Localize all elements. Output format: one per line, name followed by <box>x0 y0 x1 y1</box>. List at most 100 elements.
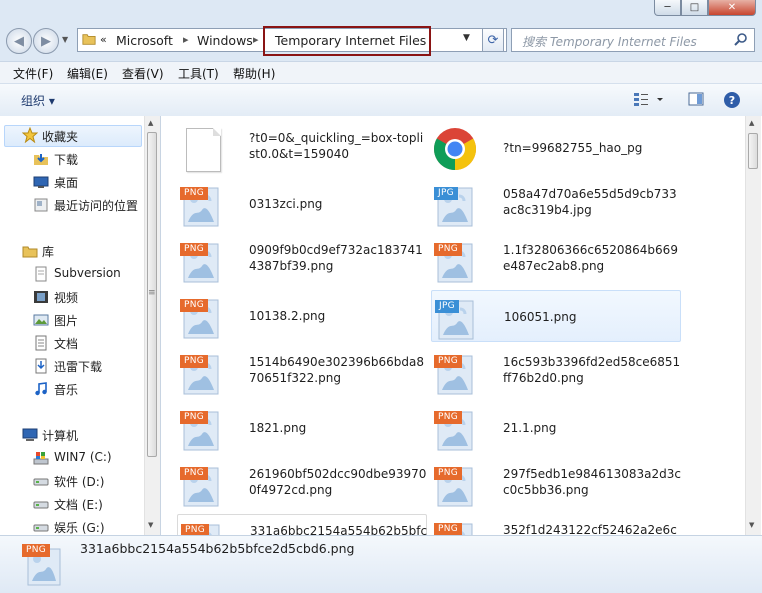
recent-pages-dropdown[interactable]: ▼ <box>62 35 68 44</box>
nav-documents[interactable]: 文档 <box>54 335 78 352</box>
menu-edit[interactable]: 编辑(E) <box>67 65 108 82</box>
drive-icon <box>33 501 49 509</box>
file-name: ?t0=0&_quickling_=box-toplist0.0&t=15904… <box>249 131 424 161</box>
nav-favorites[interactable]: 收藏夹 <box>42 128 78 145</box>
refresh-button[interactable]: ⟳ <box>482 28 504 52</box>
file-item[interactable]: PNG 10138.2.png <box>177 290 427 342</box>
file-item[interactable]: PNG 21.1.png <box>431 402 681 454</box>
nav-libraries[interactable]: 库 <box>42 243 54 260</box>
command-bar: 组织 ▾ ? <box>0 83 762 117</box>
music-icon <box>35 382 47 396</box>
file-name: 0313zci.png <box>249 197 323 211</box>
view-options-icon[interactable] <box>633 91 663 107</box>
search-box[interactable]: 搜索 Temporary Internet Files <box>511 28 755 52</box>
menu-tools[interactable]: 工具(T) <box>178 65 219 82</box>
file-type-badge: PNG <box>434 411 463 424</box>
chrome-icon <box>431 126 479 172</box>
content-scrollbar[interactable]: ▲ ▼ <box>745 116 761 535</box>
preview-pane-icon[interactable] <box>688 91 704 107</box>
file-name: 058a47d70a6e55d5d9cb733ac8c319b4.jpg <box>503 187 677 217</box>
image-file-icon: PNG <box>431 518 479 535</box>
recent-places-icon <box>34 198 48 212</box>
organize-button[interactable]: 组织 ▾ <box>21 92 55 109</box>
file-type-badge: PNG <box>180 467 209 480</box>
menu-help[interactable]: 帮助(H) <box>233 65 275 82</box>
scroll-up-arrow[interactable]: ▲ <box>749 119 754 127</box>
nav-pictures[interactable]: 图片 <box>54 312 78 329</box>
file-item[interactable]: PNG 331a6bbc2154a554b62b5bfce2 <box>177 514 427 535</box>
nav-thunder-download[interactable]: 迅雷下载 <box>54 358 102 375</box>
file-name: 1.1f32806366c6520864b669e487ec2ab8.png <box>503 243 678 273</box>
address-bar[interactable]: « Microsoft ▸ Windows ▸ Temporary Intern… <box>77 26 507 56</box>
image-file-icon: PNG <box>177 462 225 508</box>
scroll-down-arrow[interactable]: ▼ <box>749 521 754 529</box>
breadcrumb-microsoft[interactable]: Microsoft <box>116 33 173 48</box>
nav-recent-places[interactable]: 最近访问的位置 <box>54 197 138 214</box>
file-item[interactable]: PNG 297f5edb1e984613083a2d3cc0c5bb36.png <box>431 458 681 510</box>
file-item[interactable]: PNG 1.1f32806366c6520864b669e487ec2ab8.pn… <box>431 234 681 286</box>
help-icon[interactable]: ? <box>723 91 741 109</box>
content-scroll-thumb[interactable] <box>748 133 758 169</box>
file-name: 0909f9b0cd9ef732ac1837414387bf39.png <box>249 243 423 273</box>
file-item[interactable]: PNG 16c593b3396fd2ed58ce6851ff76b2d0.png <box>431 346 681 398</box>
nav-subversion[interactable]: Subversion <box>54 266 121 280</box>
thunder-download-icon <box>35 358 47 374</box>
nav-drive-g[interactable]: 娱乐 (G:) <box>54 519 105 535</box>
nav-computer[interactable]: 计算机 <box>42 427 78 444</box>
file-item[interactable]: JPG 106051.png <box>431 290 681 342</box>
breadcrumb-windows[interactable]: Windows <box>197 33 253 48</box>
file-name: 16c593b3396fd2ed58ce6851ff76b2d0.png <box>503 355 681 385</box>
address-dropdown-icon[interactable]: ▼ <box>463 33 470 43</box>
nav-downloads[interactable]: 下载 <box>54 151 78 168</box>
nav-desktop[interactable]: 桌面 <box>54 174 78 191</box>
drive-icon <box>33 478 49 486</box>
details-file-icon: PNG <box>22 541 66 587</box>
file-name: 21.1.png <box>503 421 557 435</box>
breadcrumb-separator[interactable]: ▸ <box>183 33 189 46</box>
file-name: 331a6bbc2154a554b62b5bfce2 <box>250 524 428 535</box>
file-type-badge: PNG <box>434 355 463 368</box>
details-pane: PNG 331a6bbc2154a554b62b5bfce2d5cbd6.png <box>0 535 762 593</box>
file-item[interactable]: ?t0=0&_quickling_=box-toplist0.0&t=15904… <box>177 122 427 174</box>
file-name: 1514b6490e302396b66bda870651f322.png <box>249 355 424 385</box>
image-file-icon: PNG <box>177 182 225 228</box>
file-item[interactable]: JPG 058a47d70a6e55d5d9cb733ac8c319b4.jpg <box>431 178 681 230</box>
minimize-button[interactable]: ─ <box>654 0 681 16</box>
nav-drive-c[interactable]: WIN7 (C:) <box>54 450 112 464</box>
folder-icon <box>82 34 96 45</box>
nav-video[interactable]: 视频 <box>54 289 78 306</box>
file-item[interactable]: PNG 1514b6490e302396b66bda870651f322.png <box>177 346 427 398</box>
file-item[interactable]: PNG 261960bf502dcc90dbe939700f4972cd.png <box>177 458 427 510</box>
file-type-badge: PNG <box>434 243 463 256</box>
subversion-icon <box>35 266 47 282</box>
file-item[interactable]: PNG 0313zci.png <box>177 178 427 230</box>
scroll-up-arrow[interactable]: ▲ <box>148 119 153 127</box>
file-type-badge: PNG <box>180 411 209 424</box>
file-type-badge: PNG <box>180 299 209 312</box>
grip-icon: ≡ <box>148 288 156 298</box>
maximize-button[interactable]: □ <box>681 0 708 16</box>
forward-arrow-icon: ▶ <box>41 33 51 49</box>
menu-view[interactable]: 查看(V) <box>122 65 164 82</box>
file-item[interactable]: PNG 352f1d243122cf52462a2e6cdcb <box>431 514 681 535</box>
close-button[interactable]: ✕ <box>708 0 756 16</box>
forward-button[interactable]: ▶ <box>33 28 59 54</box>
file-type-badge: PNG <box>434 523 463 535</box>
breadcrumb-overflow[interactable]: « <box>100 33 107 46</box>
file-item[interactable]: ?tn=99682755_hao_pg <box>431 122 681 174</box>
nav-scrollbar[interactable]: ▲ ≡ ▼ <box>144 116 160 535</box>
scroll-down-arrow[interactable]: ▼ <box>148 521 153 529</box>
back-button[interactable]: ◀ <box>6 28 32 54</box>
image-file-icon: JPG <box>431 182 479 228</box>
nav-drive-d[interactable]: 软件 (D:) <box>54 473 104 490</box>
file-item[interactable]: PNG 1821.png <box>177 402 427 454</box>
file-item[interactable]: PNG 0909f9b0cd9ef732ac1837414387bf39.png <box>177 234 427 286</box>
breadcrumb-separator[interactable]: ▸ <box>253 33 259 46</box>
nav-drive-e[interactable]: 文档 (E:) <box>54 496 103 513</box>
nav-music[interactable]: 音乐 <box>54 381 78 398</box>
file-name: 1821.png <box>249 421 307 435</box>
menu-file[interactable]: 文件(F) <box>13 65 53 82</box>
breadcrumb-temporary-internet-files[interactable]: Temporary Internet Files <box>275 33 426 48</box>
search-icon[interactable] <box>734 32 748 46</box>
file-type-badge: PNG <box>180 355 209 368</box>
